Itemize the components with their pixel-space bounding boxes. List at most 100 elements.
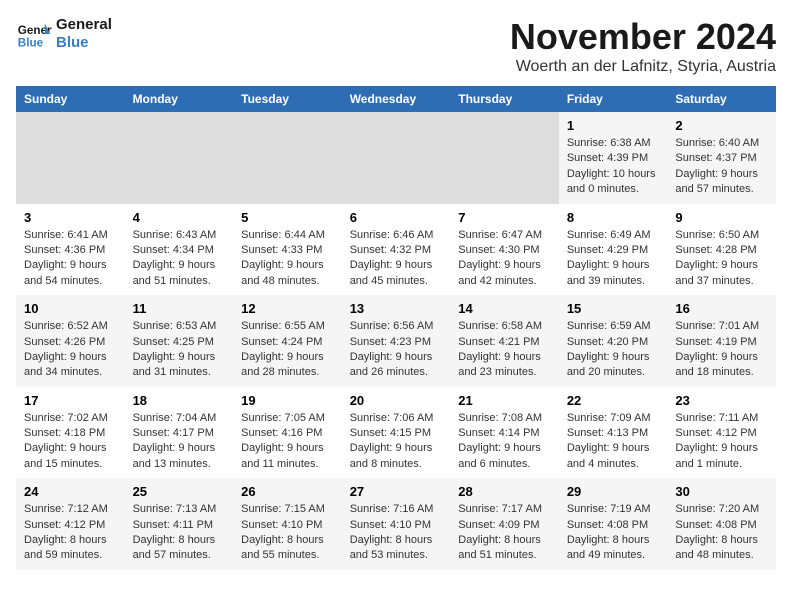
day-number: 17 [24,393,117,408]
day-info: Sunrise: 7:05 AMSunset: 4:16 PMDaylight:… [241,411,334,473]
day-info: Sunrise: 7:20 AMSunset: 4:08 PMDaylight:… [675,502,768,564]
calendar-cell: 7 Sunrise: 6:47 AMSunset: 4:30 PMDaylight… [450,204,559,296]
calendar-cell: 30 Sunrise: 7:20 AMSunset: 4:08 PMDayligh… [667,478,776,570]
calendar-cell: 15 Sunrise: 6:59 AMSunset: 4:20 PMDayligh… [559,295,668,387]
day-number: 18 [133,393,226,408]
day-info: Sunrise: 6:46 AMSunset: 4:32 PMDaylight:… [350,228,443,290]
weekday-header-tuesday: Tuesday [233,86,342,112]
weekday-header-thursday: Thursday [450,86,559,112]
calendar-cell: 29Sunrise: 7:19 AMSunset: 4:08 PMDayligh… [559,478,668,570]
title-area: November 2024 Woerth an der Lafnitz, Sty… [510,16,776,76]
day-number: 22 [567,393,660,408]
calendar-cell: 19 Sunrise: 7:05 AMSunset: 4:16 PMDayligh… [233,387,342,479]
weekday-header-sunday: Sunday [16,86,125,112]
logo-line1: General [56,16,112,34]
day-info: Sunrise: 6:55 AMSunset: 4:24 PMDaylight:… [241,319,334,381]
day-number: 7 [458,210,551,225]
day-info: Sunrise: 6:56 AMSunset: 4:23 PMDaylight:… [350,319,443,381]
page-header: General Blue General Blue November 2024 … [16,16,776,76]
day-info: Sunrise: 6:59 AMSunset: 4:20 PMDaylight:… [567,319,660,381]
calendar-cell: 18 Sunrise: 7:04 AMSunset: 4:17 PMDayligh… [125,387,234,479]
day-number: 1 [567,118,660,133]
day-number: 14 [458,301,551,316]
day-number: 12 [241,301,334,316]
calendar-cell [233,112,342,204]
calendar-week-row: 3Sunrise: 6:41 AMSunset: 4:36 PMDaylight… [16,204,776,296]
logo-line2: Blue [56,34,112,52]
day-number: 20 [350,393,443,408]
calendar-week-row: 24 Sunrise: 7:12 AMSunset: 4:12 PMDayligh… [16,478,776,570]
calendar-cell [125,112,234,204]
calendar-table: SundayMondayTuesdayWednesdayThursdayFrid… [16,86,776,570]
calendar-cell: 8 Sunrise: 6:49 AMSunset: 4:29 PMDaylight… [559,204,668,296]
calendar-cell: 1 Sunrise: 6:38 AMSunset: 4:39 PMDaylight… [559,112,668,204]
calendar-cell: 27 Sunrise: 7:16 AMSunset: 4:10 PMDayligh… [342,478,451,570]
calendar-cell: 26 Sunrise: 7:15 AMSunset: 4:10 PMDayligh… [233,478,342,570]
day-info: Sunrise: 7:09 AMSunset: 4:13 PMDaylight:… [567,411,660,473]
calendar-cell: 13 Sunrise: 6:56 AMSunset: 4:23 PMDayligh… [342,295,451,387]
day-info: Sunrise: 7:06 AMSunset: 4:15 PMDaylight:… [350,411,443,473]
calendar-cell: 11Sunrise: 6:53 AMSunset: 4:25 PMDayligh… [125,295,234,387]
day-number: 8 [567,210,660,225]
day-number: 11 [133,301,226,316]
day-number: 9 [675,210,768,225]
day-info: Sunrise: 6:43 AMSunset: 4:34 PMDaylight:… [133,228,226,290]
day-number: 24 [24,484,117,499]
day-info: Sunrise: 7:16 AMSunset: 4:10 PMDaylight:… [350,502,443,564]
calendar-cell: 24 Sunrise: 7:12 AMSunset: 4:12 PMDayligh… [16,478,125,570]
calendar-cell: 6Sunrise: 6:46 AMSunset: 4:32 PMDaylight… [342,204,451,296]
day-number: 13 [350,301,443,316]
calendar-cell [16,112,125,204]
day-number: 26 [241,484,334,499]
calendar-cell: 3Sunrise: 6:41 AMSunset: 4:36 PMDaylight… [16,204,125,296]
day-info: Sunrise: 7:02 AMSunset: 4:18 PMDaylight:… [24,411,117,473]
day-number: 3 [24,210,117,225]
day-number: 30 [675,484,768,499]
calendar-cell: 10 Sunrise: 6:52 AMSunset: 4:26 PMDayligh… [16,295,125,387]
day-info: Sunrise: 6:52 AMSunset: 4:26 PMDaylight:… [24,319,117,381]
day-number: 5 [241,210,334,225]
day-info: Sunrise: 7:19 AMSunset: 4:08 PMDaylight:… [567,502,660,564]
day-number: 19 [241,393,334,408]
calendar-header-row: SundayMondayTuesdayWednesdayThursdayFrid… [16,86,776,112]
day-info: Sunrise: 6:50 AMSunset: 4:28 PMDaylight:… [675,228,768,290]
day-info: Sunrise: 7:17 AMSunset: 4:09 PMDaylight:… [458,502,551,564]
calendar-cell: 21Sunrise: 7:08 AMSunset: 4:14 PMDayligh… [450,387,559,479]
calendar-cell: 2 Sunrise: 6:40 AMSunset: 4:37 PMDaylight… [667,112,776,204]
day-info: Sunrise: 6:58 AMSunset: 4:21 PMDaylight:… [458,319,551,381]
calendar-cell: 14 Sunrise: 6:58 AMSunset: 4:21 PMDayligh… [450,295,559,387]
day-info: Sunrise: 6:38 AMSunset: 4:39 PMDaylight:… [567,136,660,198]
calendar-week-row: 17 Sunrise: 7:02 AMSunset: 4:18 PMDayligh… [16,387,776,479]
day-number: 27 [350,484,443,499]
day-number: 10 [24,301,117,316]
calendar-cell: 23Sunrise: 7:11 AMSunset: 4:12 PMDayligh… [667,387,776,479]
day-number: 2 [675,118,768,133]
day-info: Sunrise: 7:12 AMSunset: 4:12 PMDaylight:… [24,502,117,564]
logo-icon: General Blue [16,16,52,52]
day-info: Sunrise: 7:04 AMSunset: 4:17 PMDaylight:… [133,411,226,473]
day-number: 25 [133,484,226,499]
day-info: Sunrise: 7:01 AMSunset: 4:19 PMDaylight:… [675,319,768,381]
day-number: 4 [133,210,226,225]
calendar-cell: 25Sunrise: 7:13 AMSunset: 4:11 PMDayligh… [125,478,234,570]
calendar-cell: 16Sunrise: 7:01 AMSunset: 4:19 PMDayligh… [667,295,776,387]
day-info: Sunrise: 6:49 AMSunset: 4:29 PMDaylight:… [567,228,660,290]
calendar-cell [450,112,559,204]
day-number: 23 [675,393,768,408]
calendar-cell: 12 Sunrise: 6:55 AMSunset: 4:24 PMDayligh… [233,295,342,387]
calendar-cell: 9 Sunrise: 6:50 AMSunset: 4:28 PMDaylight… [667,204,776,296]
svg-text:Blue: Blue [18,37,44,50]
logo: General Blue General Blue [16,16,112,52]
weekday-header-friday: Friday [559,86,668,112]
day-info: Sunrise: 6:47 AMSunset: 4:30 PMDaylight:… [458,228,551,290]
calendar-cell: 5Sunrise: 6:44 AMSunset: 4:33 PMDaylight… [233,204,342,296]
month-title: November 2024 [510,16,776,58]
calendar-cell: 28 Sunrise: 7:17 AMSunset: 4:09 PMDayligh… [450,478,559,570]
calendar-week-row: 1 Sunrise: 6:38 AMSunset: 4:39 PMDaylight… [16,112,776,204]
day-info: Sunrise: 7:15 AMSunset: 4:10 PMDaylight:… [241,502,334,564]
weekday-header-saturday: Saturday [667,86,776,112]
calendar-week-row: 10 Sunrise: 6:52 AMSunset: 4:26 PMDayligh… [16,295,776,387]
day-number: 15 [567,301,660,316]
day-number: 28 [458,484,551,499]
day-info: Sunrise: 6:40 AMSunset: 4:37 PMDaylight:… [675,136,768,198]
